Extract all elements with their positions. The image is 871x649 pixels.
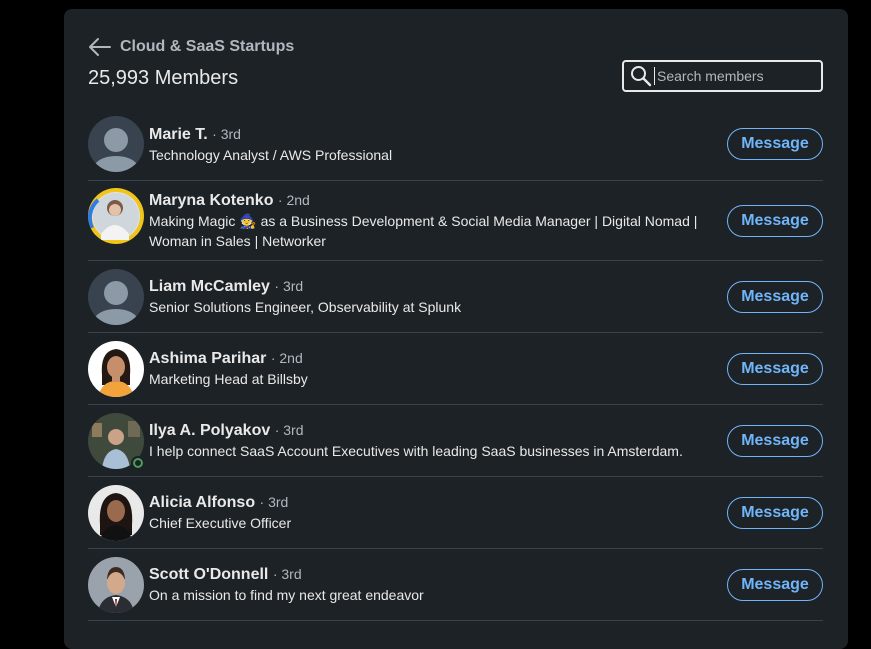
member-headline: Technology Analyst / AWS Professional: [149, 147, 393, 163]
list-item: Liam McCamley · 3rd Senior Solutions Eng…: [88, 261, 823, 333]
connection-degree: · 3rd: [212, 126, 241, 142]
member-name[interactable]: Ashima Parihar: [149, 350, 266, 367]
search-icon: [630, 65, 652, 87]
member-info: Ashima Parihar · 2nd Marketing Head at B…: [149, 350, 709, 389]
members-count: 25,993 Members: [88, 67, 239, 89]
member-headline: Senior Solutions Engineer, Observability…: [149, 299, 462, 315]
group-name[interactable]: Cloud & SaaS Startups: [120, 38, 294, 56]
member-headline: Chief Executive Officer: [149, 515, 292, 531]
message-button[interactable]: Message: [727, 205, 823, 237]
connection-degree: · 3rd: [274, 278, 304, 294]
list-item: Marie T. · 3rd Technology Analyst / AWS …: [88, 109, 823, 181]
message-button[interactable]: Message: [727, 497, 823, 529]
online-status-icon: [131, 456, 145, 470]
placeholder-avatar-icon[interactable]: [88, 116, 144, 172]
members-panel: Cloud & SaaS Startups 25,993 Members Sea…: [64, 9, 848, 649]
search-box[interactable]: [622, 60, 823, 92]
connection-degree: · 3rd: [272, 566, 302, 582]
photo-avatar-open-to-work[interactable]: [88, 188, 144, 244]
placeholder-avatar-icon[interactable]: [88, 269, 144, 325]
member-info: Scott O'Donnell · 3rd On a mission to fi…: [149, 566, 709, 605]
member-info: Liam McCamley · 3rd Senior Solutions Eng…: [149, 278, 709, 317]
member-list: Marie T. · 3rd Technology Analyst / AWS …: [88, 109, 823, 621]
member-name[interactable]: Scott O'Donnell: [149, 566, 268, 583]
header-back-row: Cloud & SaaS Startups: [88, 36, 294, 58]
message-button[interactable]: Message: [727, 569, 823, 601]
message-button[interactable]: Message: [727, 425, 823, 457]
message-button[interactable]: Message: [727, 128, 823, 160]
message-button[interactable]: Message: [727, 353, 823, 385]
message-button[interactable]: Message: [727, 281, 823, 313]
member-info: Marie T. · 3rd Technology Analyst / AWS …: [149, 126, 709, 165]
list-item: Ashima Parihar · 2nd Marketing Head at B…: [88, 333, 823, 405]
photo-avatar[interactable]: [88, 485, 144, 541]
member-name[interactable]: Marie T.: [149, 126, 208, 143]
list-item: Alicia Alfonso · 3rd Chief Executive Off…: [88, 477, 823, 549]
connection-degree: · 3rd: [274, 422, 304, 438]
member-name[interactable]: Ilya A. Polyakov: [149, 422, 270, 439]
back-arrow-icon[interactable]: [88, 36, 112, 58]
member-headline: Making Magic 🧙 as a Business Development…: [149, 213, 698, 249]
member-headline: I help connect SaaS Account Executives w…: [149, 443, 683, 459]
member-info: Ilya A. Polyakov · 3rd I help connect Sa…: [149, 422, 709, 461]
member-info: Maryna Kotenko · 2nd Making Magic 🧙 as a…: [149, 192, 709, 251]
member-name[interactable]: Maryna Kotenko: [149, 192, 273, 209]
connection-degree: · 2nd: [277, 192, 310, 208]
search-input[interactable]: [654, 67, 817, 85]
photo-avatar[interactable]: [88, 341, 144, 397]
list-item: Scott O'Donnell · 3rd On a mission to fi…: [88, 549, 823, 621]
connection-degree: · 3rd: [259, 494, 289, 510]
member-name[interactable]: Alicia Alfonso: [149, 494, 255, 511]
member-name[interactable]: Liam McCamley: [149, 278, 270, 295]
list-item: Maryna Kotenko · 2nd Making Magic 🧙 as a…: [88, 181, 823, 261]
photo-avatar[interactable]: [88, 557, 144, 613]
member-headline: Marketing Head at Billsby: [149, 371, 308, 387]
connection-degree: · 2nd: [270, 350, 303, 366]
list-item: Ilya A. Polyakov · 3rd I help connect Sa…: [88, 405, 823, 477]
member-headline: On a mission to find my next great endea…: [149, 587, 424, 603]
member-info: Alicia Alfonso · 3rd Chief Executive Off…: [149, 494, 709, 533]
